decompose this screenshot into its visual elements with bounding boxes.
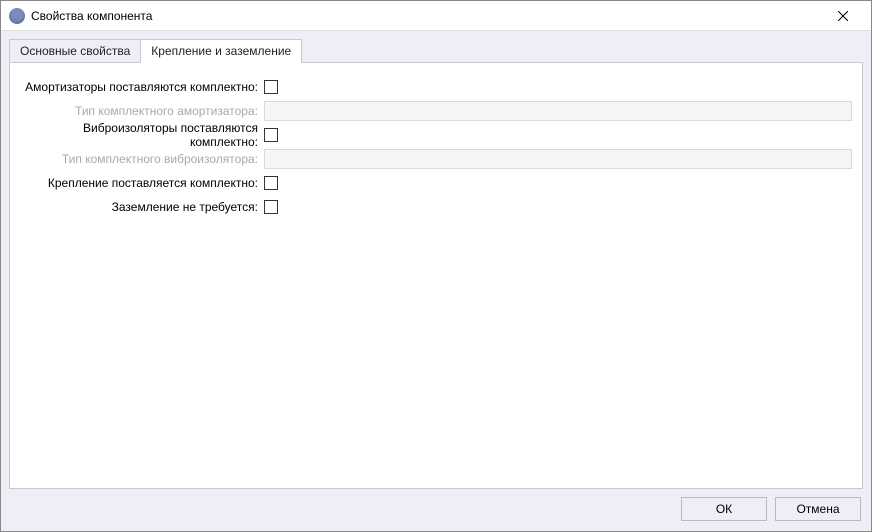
row-vibro-isolator-type: Тип комплектного виброизолятора: xyxy=(20,147,852,171)
row-vibro-isolators-supplied: Виброизоляторы поставляются комплектно: xyxy=(20,123,852,147)
content-area: Основные свойства Крепление и заземление… xyxy=(1,31,871,531)
input-vibro-isolator-type xyxy=(264,149,852,169)
label-shock-absorber-type: Тип комплектного амортизатора: xyxy=(20,104,264,118)
row-grounding-not-required: Заземление не требуется: xyxy=(20,195,852,219)
tab-panel: Амортизаторы поставляются комплектно: Ти… xyxy=(9,62,863,489)
ok-button[interactable]: ОК xyxy=(681,497,767,521)
tabs: Основные свойства Крепление и заземление xyxy=(9,39,863,63)
label-grounding-not-required: Заземление не требуется: xyxy=(20,200,264,214)
input-shock-absorber-type xyxy=(264,101,852,121)
titlebar: Свойства компонента xyxy=(1,1,871,31)
close-button[interactable] xyxy=(823,2,863,30)
checkbox-vibro-isolators-supplied[interactable] xyxy=(264,128,278,142)
tab-main-properties[interactable]: Основные свойства xyxy=(9,39,141,63)
cancel-button[interactable]: Отмена xyxy=(775,497,861,521)
row-shock-absorbers-supplied: Амортизаторы поставляются комплектно: xyxy=(20,75,852,99)
label-vibro-isolator-type: Тип комплектного виброизолятора: xyxy=(20,152,264,166)
app-icon xyxy=(9,8,25,24)
close-icon xyxy=(838,11,848,21)
label-shock-absorbers-supplied: Амортизаторы поставляются комплектно: xyxy=(20,80,264,94)
row-shock-absorber-type: Тип комплектного амортизатора: xyxy=(20,99,852,123)
tab-mounting-grounding[interactable]: Крепление и заземление xyxy=(140,39,302,63)
label-vibro-isolators-supplied: Виброизоляторы поставляются комплектно: xyxy=(20,121,264,149)
checkbox-mounting-supplied[interactable] xyxy=(264,176,278,190)
checkbox-grounding-not-required[interactable] xyxy=(264,200,278,214)
button-bar: ОК Отмена xyxy=(9,489,863,523)
window-title: Свойства компонента xyxy=(31,9,823,23)
checkbox-shock-absorbers-supplied[interactable] xyxy=(264,80,278,94)
label-mounting-supplied: Крепление поставляется комплектно: xyxy=(20,176,264,190)
row-mounting-supplied: Крепление поставляется комплектно: xyxy=(20,171,852,195)
